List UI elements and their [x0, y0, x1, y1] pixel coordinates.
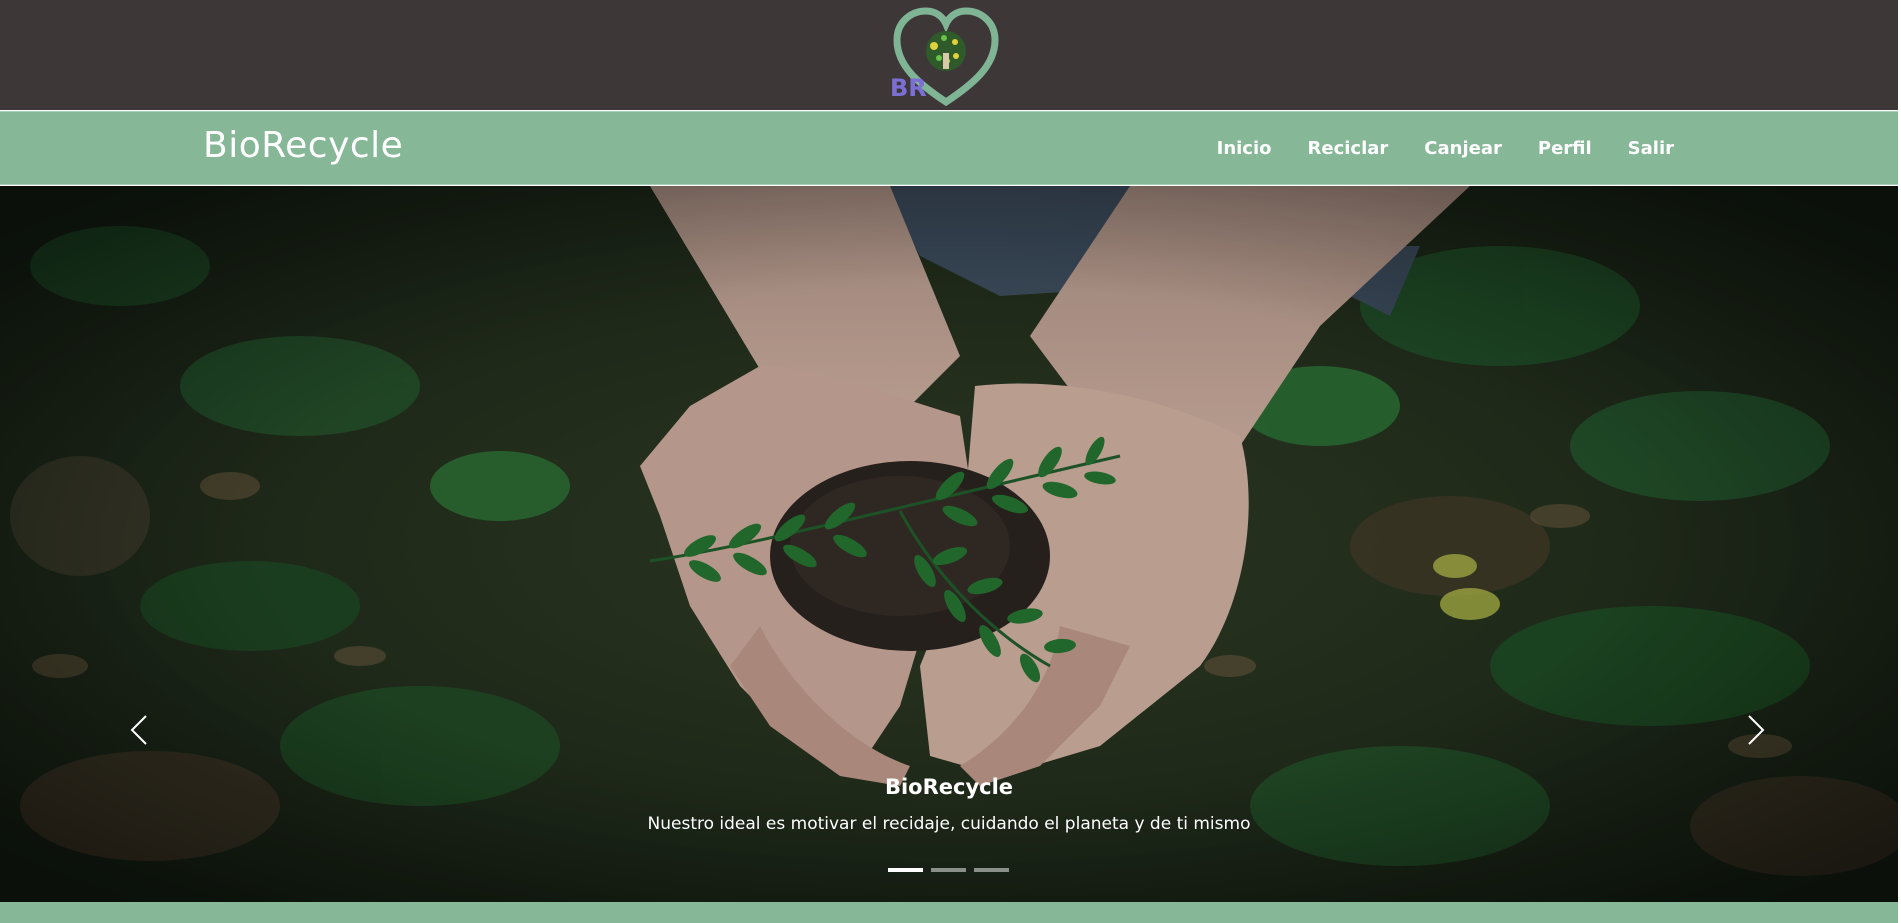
carousel-indicator-1[interactable] [888, 868, 923, 872]
carousel-caption-title: BioRecycle [884, 775, 1014, 799]
hero-carousel: BioRecycle Nuestro ideal es motivar el r… [0, 186, 1898, 902]
nav-menu: Inicio Reciclar Canjear Perfil Salir [1181, 138, 1674, 159]
carousel-indicator-2[interactable] [931, 868, 966, 872]
biorecycle-logo[interactable]: BR [889, 6, 1003, 106]
logo-text: BR [890, 74, 927, 102]
nav-item-perfil[interactable]: Perfil [1538, 138, 1592, 159]
chevron-left-icon[interactable] [120, 710, 160, 750]
chevron-right-icon[interactable] [1735, 710, 1775, 750]
brand-link[interactable]: BioRecycle [203, 125, 403, 166]
carousel-indicators [888, 868, 1009, 872]
carousel-caption-text: Nuestro ideal es motivar el recidaje, cu… [647, 814, 1251, 834]
main-navbar: BioRecycle Inicio Reciclar Canjear Perfi… [0, 111, 1898, 185]
carousel-indicator-3[interactable] [974, 868, 1009, 872]
nav-item-salir[interactable]: Salir [1628, 138, 1674, 159]
top-header-bar: BR [0, 0, 1898, 110]
nav-item-inicio[interactable]: Inicio [1217, 138, 1272, 159]
footer-strip [0, 902, 1898, 923]
nav-item-reciclar[interactable]: Reciclar [1308, 138, 1389, 159]
nav-item-canjear[interactable]: Canjear [1424, 138, 1502, 159]
